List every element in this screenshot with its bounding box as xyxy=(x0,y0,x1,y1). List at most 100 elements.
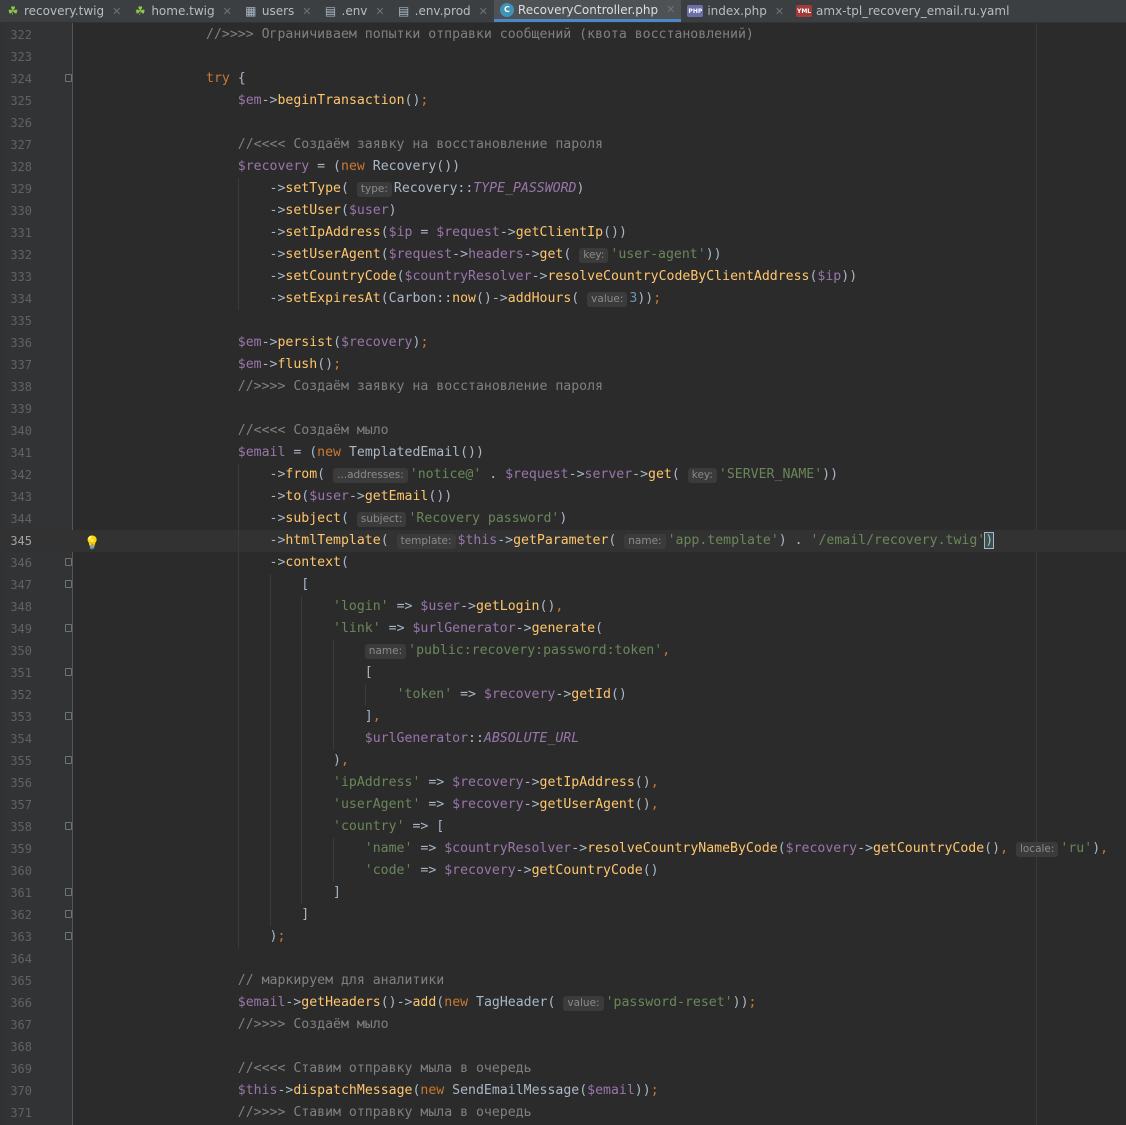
code-line[interactable]: 349 'link' => $urlGenerator->generate( xyxy=(0,618,1126,640)
fold-marker-icon[interactable] xyxy=(65,624,72,632)
code-line[interactable]: 370 $this->dispatchMessage(new SendEmail… xyxy=(0,1080,1126,1102)
code-line[interactable]: 371 //>>>> Ставим отправку мыла в очеред… xyxy=(0,1102,1126,1124)
code-line[interactable]: 332 ->setUserAgent($request->headers->ge… xyxy=(0,244,1126,266)
code-line[interactable]: 322 //>>>> Ограничиваем попытки отправки … xyxy=(0,24,1126,46)
tab-env-prod[interactable]: ▤ .env.prod ✕ xyxy=(391,0,494,22)
code-line[interactable]: 324 try { xyxy=(0,68,1126,90)
code-line[interactable]: 354 $urlGenerator::ABSOLUTE_URL xyxy=(0,728,1126,750)
code-line[interactable]: 353 ], xyxy=(0,706,1126,728)
close-tab-icon[interactable]: ✕ xyxy=(666,3,675,16)
tab-env[interactable]: ▤ .env ✕ xyxy=(318,0,391,22)
code-line[interactable]: 329 ->setType( type: Recovery::TYPE_PASSW… xyxy=(0,178,1126,200)
code-line[interactable]: 341 $email = (new TemplatedEmail()) xyxy=(0,442,1126,464)
code-line[interactable]: 362 ] xyxy=(0,904,1126,926)
code-line[interactable]: 361 ] xyxy=(0,882,1126,904)
code-token: -> xyxy=(515,621,532,636)
tab-users[interactable]: ▦ users ✕ xyxy=(238,0,318,22)
line-number: 322 xyxy=(10,28,32,42)
code-line[interactable]: 366 $email->getHeaders()->add(new TagHea… xyxy=(0,992,1126,1014)
code-line[interactable]: 337 $em->flush(); xyxy=(0,354,1126,376)
code-line[interactable]: 351 [ xyxy=(0,662,1126,684)
close-tab-icon[interactable]: ✕ xyxy=(302,5,311,18)
code-line[interactable]: 364 xyxy=(0,948,1126,970)
code-line[interactable]: 340 //<<<< Создаём мыло xyxy=(0,420,1126,442)
code-line[interactable]: 339 xyxy=(0,398,1126,420)
code-line[interactable]: 365 // маркируем для аналитики xyxy=(0,970,1126,992)
code-line[interactable]: 336 $em->persist($recovery); xyxy=(0,332,1126,354)
code-line[interactable]: 346 ->context( xyxy=(0,552,1126,574)
code-line[interactable]: 333 ->setCountryCode($countryResolver->r… xyxy=(0,266,1126,288)
tab-recovery-twig[interactable]: ☘ recovery.twig ✕ xyxy=(0,0,127,22)
code-token: -> xyxy=(452,247,469,262)
code-line[interactable]: 325 $em->beginTransaction(); xyxy=(0,90,1126,112)
code-line[interactable]: 368 xyxy=(0,1036,1126,1058)
indent-guide xyxy=(237,200,239,222)
code-line[interactable]: 343 ->to($user->getEmail()) xyxy=(0,486,1126,508)
code-line[interactable]: 359 'name' => $countryResolver->resolveC… xyxy=(0,838,1126,860)
tab-recoverycontroller-php[interactable]: C RecoveryController.php ✕ xyxy=(493,0,682,22)
code-line[interactable]: 323 xyxy=(0,46,1126,68)
close-tab-icon[interactable]: ✕ xyxy=(375,5,384,18)
code-line[interactable]: 326 xyxy=(0,112,1126,134)
code-line[interactable]: 330 ->setUser($user) xyxy=(0,200,1126,222)
code-line[interactable]: 350 name:'public:recovery:password:token… xyxy=(0,640,1126,662)
fold-marker-icon[interactable] xyxy=(65,668,72,676)
code-line[interactable]: 334 ->setExpiresAt(Carbon::now()->addHou… xyxy=(0,288,1126,310)
fold-marker-icon[interactable] xyxy=(65,580,72,588)
code-line[interactable]: 345 💡 ->htmlTemplate( template: $this->get… xyxy=(0,530,1126,552)
code-line[interactable]: 328 $recovery = (new Recovery()) xyxy=(0,156,1126,178)
indent-guide xyxy=(333,860,335,882)
code-token: ( xyxy=(333,335,342,350)
code-line[interactable]: 355 ), xyxy=(0,750,1126,772)
code-line[interactable]: 369 //<<<< Ставим отправку мыла в очеред… xyxy=(0,1058,1126,1080)
code-line[interactable]: 344 ->subject( subject: 'Recovery passwor… xyxy=(0,508,1126,530)
fold-marker-icon[interactable] xyxy=(65,932,72,940)
code-token: setCountryCode xyxy=(285,269,397,284)
code-token: 'app.template' xyxy=(667,533,779,548)
code-line[interactable]: 327 //<<<< Создаём заявку на восстановле… xyxy=(0,134,1126,156)
fold-marker-icon[interactable] xyxy=(65,74,72,82)
code-token: ()-> xyxy=(380,995,413,1010)
line-number: 350 xyxy=(10,644,32,658)
code-token: $ip xyxy=(388,225,413,240)
code-text: ], xyxy=(206,706,381,728)
code-editor[interactable]: 322 //>>>> Ограничиваем попытки отправки … xyxy=(0,23,1126,1125)
code-token: 'link' xyxy=(333,621,381,636)
close-tab-icon[interactable]: ✕ xyxy=(223,5,232,18)
fold-marker-icon[interactable] xyxy=(65,712,72,720)
code-token: try xyxy=(206,71,230,86)
indent-guide xyxy=(237,178,239,200)
code-line[interactable]: 335 xyxy=(0,310,1126,332)
code-line[interactable]: 367 //>>>> Создаём мыло xyxy=(0,1014,1126,1036)
close-tab-icon[interactable]: ✕ xyxy=(479,5,488,18)
indent-guide xyxy=(269,882,271,904)
code-token: -> xyxy=(857,841,874,856)
fold-marker-icon[interactable] xyxy=(65,756,72,764)
close-tab-icon[interactable]: ✕ xyxy=(112,5,121,18)
close-tab-icon[interactable]: ✕ xyxy=(775,5,784,18)
fold-marker-icon[interactable] xyxy=(65,822,72,830)
fold-marker-icon[interactable] xyxy=(65,558,72,566)
code-token: TYPE_PASSWORD xyxy=(473,181,577,196)
code-line[interactable]: 360 'code' => $recovery->getCountryCode(… xyxy=(0,860,1126,882)
tab-index-php[interactable]: PHP index.php ✕ xyxy=(681,0,790,22)
code-text: $email->getHeaders()->add(new TagHeader(… xyxy=(206,992,756,1014)
code-line[interactable]: 348 'login' => $user->getLogin(), xyxy=(0,596,1126,618)
code-line[interactable]: 356 'ipAddress' => $recovery->getIpAddre… xyxy=(0,772,1126,794)
indent-guide xyxy=(301,706,303,728)
line-number: 357 xyxy=(10,798,32,812)
code-line[interactable]: 338 //>>>> Создаём заявку на восстановле… xyxy=(0,376,1126,398)
code-line[interactable]: 358 'country' => [ xyxy=(0,816,1126,838)
code-line[interactable]: 363 ); xyxy=(0,926,1126,948)
fold-marker-icon[interactable] xyxy=(65,888,72,896)
code-line[interactable]: 347 [ xyxy=(0,574,1126,596)
code-line[interactable]: 342 ->from( ...addresses:'notice@' . $re… xyxy=(0,464,1126,486)
fold-marker-icon[interactable] xyxy=(65,910,72,918)
tab-amx-tpl-recovery-email-ru-yaml[interactable]: YML amx-tpl_recovery_email.ru.yaml xyxy=(790,0,1015,22)
code-line[interactable]: 352 'token' => $recovery->getId() xyxy=(0,684,1126,706)
code-line[interactable]: 331 ->setIpAddress($ip = $request->getCl… xyxy=(0,222,1126,244)
tab-home-twig[interactable]: ☘ home.twig ✕ xyxy=(127,0,238,22)
code-line[interactable]: 357 'userAgent' => $recovery->getUserAge… xyxy=(0,794,1126,816)
